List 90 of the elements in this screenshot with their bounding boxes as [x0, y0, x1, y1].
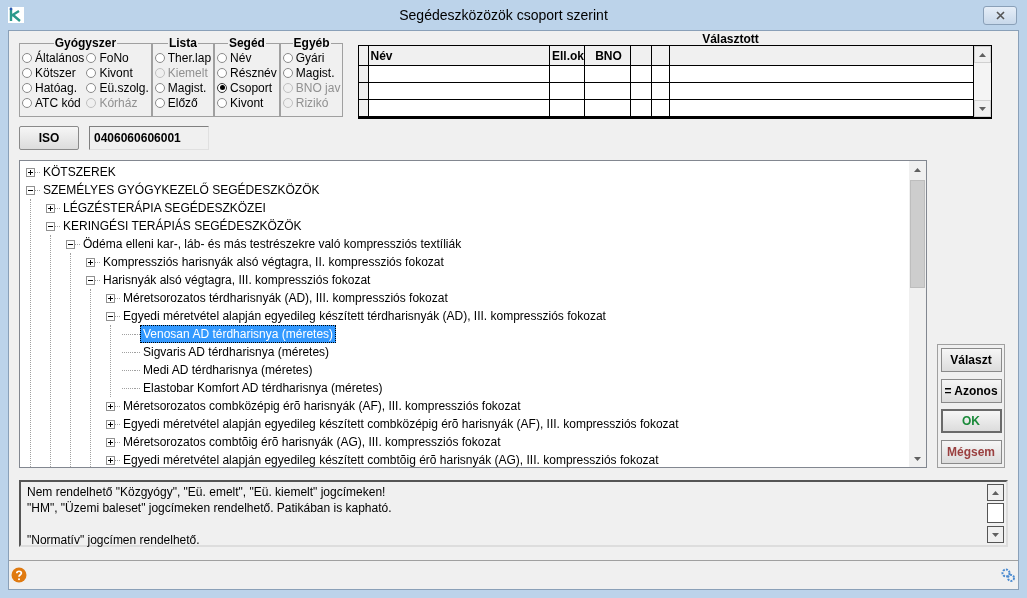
scrollbar[interactable] — [987, 484, 1004, 543]
expand-icon[interactable] — [106, 455, 115, 465]
radio-button[interactable]: Magist. — [154, 80, 212, 95]
close-icon — [995, 10, 1005, 20]
table-cell — [652, 83, 671, 100]
table-cell — [550, 83, 586, 100]
scroll-up-icon — [992, 490, 999, 495]
close-button[interactable] — [983, 5, 1017, 25]
group-title: Segéd — [227, 37, 266, 50]
scroll-down-icon — [992, 532, 999, 537]
scroll-up-icon — [979, 52, 987, 57]
tree-item[interactable]: KÖTSZEREK — [40, 163, 119, 181]
table-cell — [631, 83, 653, 100]
cancel-button[interactable]: Mégsem — [940, 439, 1002, 464]
radio-button[interactable]: Név — [217, 50, 277, 65]
tree-item[interactable]: Egyedi méretvétel alapján egyedileg készített térdharisnyák (AD), III. kompressziós fokozat — [120, 307, 609, 325]
table-cell — [550, 66, 586, 83]
collapse-icon[interactable] — [106, 311, 115, 321]
tree-item[interactable]: LÉGZÉSTERÁPIA SEGÉDESZKÖZEI — [60, 199, 269, 217]
collapse-icon[interactable] — [46, 221, 55, 231]
row-header[interactable] — [359, 66, 370, 83]
scroll-up-icon — [914, 167, 921, 172]
tree-item[interactable]: Medi AD térdharisnya (méretes) — [140, 361, 316, 379]
tree-item[interactable]: KERINGÉSI TERÁPIÁS SEGÉDESZKÖZÖK — [60, 217, 305, 235]
expand-icon[interactable] — [86, 257, 95, 267]
tree-item[interactable]: SZEMÉLYES GYÓGYKEZELŐ SEGÉDESZKÖZÖK — [40, 181, 323, 199]
radio-button[interactable]: Résznév — [217, 65, 277, 80]
table-cell — [585, 83, 632, 100]
window-title: Segédeszközözök csoport szerint — [398, 7, 609, 23]
note-line: "Normatív" jogcímen rendelhető. — [27, 532, 201, 548]
tree-item[interactable]: Egyedi méretvétel alapján egyedileg készített combtõig érõ harisnyák (AG), III. kompressziós fokozat — [120, 451, 662, 467]
tree-item[interactable]: Elastobar Komfort AD térdharisnya (méretes) — [140, 379, 386, 397]
row-header[interactable] — [359, 100, 370, 117]
action-button[interactable]: Választ — [940, 348, 1002, 373]
expand-icon[interactable] — [46, 203, 55, 213]
scroll-down-icon — [979, 106, 987, 111]
note-line: Nem rendelhető "Közgyógy", "Eü. emelt", "Eü. kiemelt" jogcímeken! — [27, 484, 387, 500]
radio-button[interactable]: Általános — [22, 50, 85, 65]
tree-item[interactable]: Méretsorozatos térdharisnyák (AD), III. kompressziós fokozat — [120, 289, 451, 307]
column-header: Név — [369, 46, 551, 66]
group-title: Gyógyszer — [53, 37, 118, 50]
scroll-down-button[interactable] — [987, 526, 1004, 543]
table-cell — [652, 66, 671, 83]
tree-item[interactable]: Sigvaris AD térdharisnya (méretes) — [140, 343, 333, 361]
group-title: Lista — [167, 37, 198, 50]
column-header: Ell.ok — [550, 46, 586, 66]
collapse-icon[interactable] — [26, 185, 35, 195]
tree-item[interactable]: Harisnyák alsó végtagra, III. kompressziós fokozat — [100, 271, 374, 289]
collapse-icon[interactable] — [66, 239, 75, 249]
tree-item[interactable]: Ödéma elleni kar-, láb- és más testrészekre való kompressziós textíliák — [80, 235, 465, 253]
radio-button[interactable]: Hatóag. — [22, 80, 85, 95]
help-icon[interactable] — [11, 567, 27, 583]
expand-icon[interactable] — [106, 293, 115, 303]
radio-button[interactable]: Kivont — [217, 95, 277, 110]
ok-button[interactable]: OK — [940, 409, 1002, 434]
radio-button[interactable]: Ther.lap — [154, 50, 212, 65]
iso-code-field[interactable]: 0406060606001 — [89, 126, 209, 150]
collapse-icon[interactable] — [86, 275, 95, 285]
scroll-up-button[interactable] — [987, 484, 1004, 501]
scrollbar[interactable] — [909, 161, 926, 467]
radio-button[interactable]: ATC kód — [22, 95, 85, 110]
radio-button[interactable]: Kötszer — [22, 65, 85, 80]
tree-item[interactable]: Méretsorozatos combtõig érõ harisnyák (AG), III. kompressziós fokozat — [120, 433, 504, 451]
expand-icon[interactable] — [106, 419, 115, 429]
group-title: Egyéb — [292, 37, 331, 50]
scroll-down-icon — [914, 456, 921, 461]
expand-icon[interactable] — [106, 437, 115, 447]
radio-button[interactable]: Magist. — [282, 65, 341, 80]
table-cell — [631, 66, 653, 83]
app-logo-icon — [8, 7, 24, 23]
row-header[interactable] — [359, 83, 370, 100]
radio-button[interactable]: FoNo — [86, 50, 149, 65]
iso-button[interactable]: ISO — [19, 126, 79, 150]
expand-icon[interactable] — [106, 401, 115, 411]
radio-button[interactable]: Eü.szolg. — [86, 80, 149, 95]
scroll-thumb[interactable] — [987, 503, 1004, 523]
expand-icon[interactable] — [26, 167, 35, 177]
radio-button[interactable]: Előző — [154, 95, 212, 110]
action-button[interactable]: = Azonos — [940, 378, 1002, 403]
table-title: Választott — [701, 34, 760, 45]
note-line: "HM", "Üzemi baleset" jogcímeken rendelhető. Patikában is kapható. — [27, 500, 393, 516]
table-cell — [585, 66, 632, 83]
tree-item[interactable]: Egyedi méretvétel alapján egyedileg készített combközépig érõ harisnyák (AF), III. kompressziós fokozat — [120, 415, 682, 433]
tree-item[interactable]: Méretsorozatos combközépig érõ harisnyák (AF), III. kompressziós fokozat — [120, 397, 524, 415]
scroll-thumb[interactable] — [910, 180, 925, 288]
radio-button[interactable]: Csoport — [217, 80, 277, 95]
radio-button[interactable]: Kivont — [86, 65, 149, 80]
column-header: BNO — [585, 46, 632, 66]
radio-button[interactable]: Gyári — [282, 50, 341, 65]
tree-item[interactable]: Kompressziós harisnyák alsó végtagra, II. kompressziós fokozat — [100, 253, 447, 271]
